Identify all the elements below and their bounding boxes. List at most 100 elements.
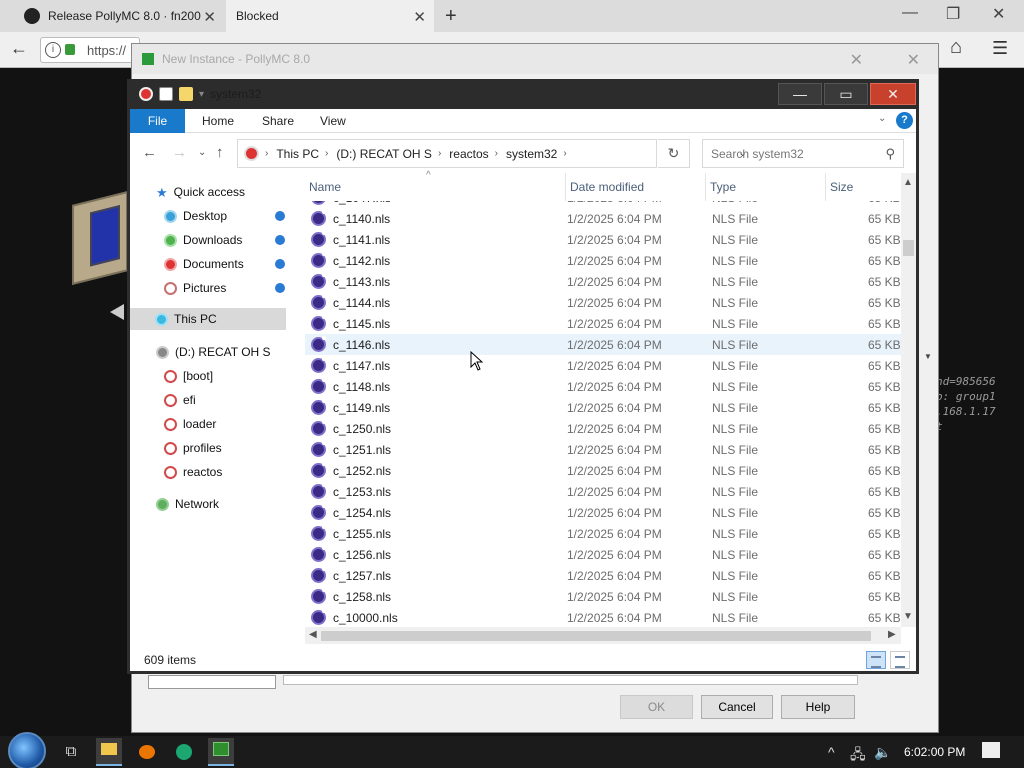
address-bar[interactable]: › This PC › (D:) RECAT OH S › reactos › …	[237, 139, 747, 168]
nav-drive-d[interactable]: (D:) RECAT OH S	[156, 341, 271, 363]
large-icons-view-icon[interactable]	[890, 651, 910, 669]
table-row[interactable]: c_1147.nls 1/2/2025 6:04 PM NLS File 65 KB	[305, 355, 901, 376]
start-button[interactable]	[8, 732, 46, 768]
outer-close-icon[interactable]: ✕	[907, 50, 920, 70]
table-row[interactable]: c_1253.nls 1/2/2025 6:04 PM NLS File 65 KB	[305, 481, 901, 502]
table-row[interactable]: c_1144.nls 1/2/2025 6:04 PM NLS File 65 KB	[305, 292, 901, 313]
show-hidden-icons-icon[interactable]: ^	[828, 744, 835, 760]
table-row[interactable]: c_1258.nls 1/2/2025 6:04 PM NLS File 65 KB	[305, 586, 901, 607]
ok-button[interactable]: OK	[620, 695, 693, 719]
breadcrumb-system32[interactable]: system32	[506, 147, 557, 161]
nav-downloads[interactable]: Downloads	[164, 229, 242, 251]
dialog-field[interactable]	[148, 675, 276, 689]
vertical-scrollbar[interactable]: ▲ ▼	[901, 173, 916, 627]
nav-boot[interactable]: [boot]	[164, 365, 213, 387]
table-row[interactable]: c_1047.nls1/2/2025 6:04 PM NLS File 65 KB	[305, 201, 901, 208]
pin-icon[interactable]	[275, 211, 285, 221]
maximize-button[interactable]: ▭	[824, 83, 868, 105]
nav-efi[interactable]: efi	[164, 389, 196, 411]
tab-home[interactable]: Home	[202, 109, 234, 133]
h-scroll-thumb[interactable]	[321, 631, 871, 641]
taskbar-edge[interactable]	[171, 741, 197, 763]
table-row[interactable]: c_1148.nls 1/2/2025 6:04 PM NLS File 65 KB	[305, 376, 901, 397]
volume-icon[interactable]: 🔈	[874, 744, 891, 761]
table-row[interactable]: c_1149.nls 1/2/2025 6:04 PM NLS File 65 KB	[305, 397, 901, 418]
details-view-icon[interactable]	[866, 651, 886, 669]
pin-icon[interactable]	[275, 259, 285, 269]
close-window-icon[interactable]: ✕	[992, 4, 1005, 24]
close-tab-icon[interactable]: ✕	[413, 8, 426, 26]
browser-tab-blocked[interactable]: Blocked ✕	[226, 0, 434, 32]
table-row[interactable]: c_1143.nls 1/2/2025 6:04 PM NLS File 65 KB	[305, 271, 901, 292]
nav-reactos[interactable]: reactos	[164, 461, 222, 483]
breadcrumb-drive[interactable]: (D:) RECAT OH S	[336, 147, 432, 161]
table-row[interactable]: c_1145.nls 1/2/2025 6:04 PM NLS File 65 KB	[305, 313, 901, 334]
table-row[interactable]: c_1141.nls 1/2/2025 6:04 PM NLS File 65 KB	[305, 229, 901, 250]
tab-view[interactable]: View	[320, 109, 346, 133]
hamburger-menu-icon[interactable]: ☰	[992, 38, 1008, 59]
network-tray-icon[interactable]: 🖧	[850, 744, 866, 768]
taskbar-blender[interactable]	[134, 741, 160, 763]
properties-icon[interactable]	[159, 87, 173, 101]
forward-icon[interactable]: →	[172, 144, 187, 161]
close-tab-icon[interactable]: ✕	[203, 8, 216, 26]
clock[interactable]: 6:02:00 PM	[904, 745, 965, 759]
dialog-scroll-down-icon[interactable]: ▼	[924, 352, 932, 361]
column-header-size[interactable]: Size	[825, 173, 900, 201]
pin-icon[interactable]	[275, 235, 285, 245]
new-tab-icon[interactable]: +	[445, 5, 457, 28]
help-button[interactable]: Help	[781, 695, 855, 719]
table-row[interactable]: c_1252.nls 1/2/2025 6:04 PM NLS File 65 KB	[305, 460, 901, 481]
taskbar-explorer[interactable]	[96, 738, 122, 766]
table-row[interactable]: c_1257.nls 1/2/2025 6:04 PM NLS File 65 KB	[305, 565, 901, 586]
dialog-field-line[interactable]	[283, 675, 858, 685]
browser-tab-release[interactable]: Release PollyMC 8.0 · fn200 ✕	[14, 0, 224, 32]
scroll-up-icon[interactable]: ▲	[903, 177, 913, 188]
back-icon[interactable]: ←	[142, 144, 157, 161]
refresh-button[interactable]: ↻	[658, 139, 690, 168]
help-icon[interactable]: ?	[896, 112, 913, 129]
breadcrumb-this-pc[interactable]: This PC	[276, 147, 319, 161]
scroll-down-icon[interactable]: ▼	[903, 611, 913, 622]
table-row[interactable]: c_1251.nls 1/2/2025 6:04 PM NLS File 65 KB	[305, 439, 901, 460]
taskbar-pollymc[interactable]	[208, 738, 234, 766]
nav-profiles[interactable]: profiles	[164, 437, 222, 459]
column-header-date[interactable]: Date modified	[565, 173, 705, 201]
nav-pictures[interactable]: Pictures	[164, 277, 226, 299]
table-row[interactable]: c_1254.nls 1/2/2025 6:04 PM NLS File 65 KB	[305, 502, 901, 523]
tab-share[interactable]: Share	[262, 109, 294, 133]
close-button[interactable]: ✕	[870, 83, 916, 105]
nav-desktop[interactable]: Desktop	[164, 205, 227, 227]
nav-documents[interactable]: Documents	[164, 253, 244, 275]
home-icon[interactable]: ⌂	[950, 36, 962, 59]
notifications-icon[interactable]	[982, 742, 1000, 758]
nav-this-pc[interactable]: This PC	[130, 308, 286, 330]
cancel-button[interactable]: Cancel	[701, 695, 773, 719]
customize-toolbar-icon[interactable]: ▾	[199, 89, 204, 100]
table-row[interactable]: c_1256.nls 1/2/2025 6:04 PM NLS File 65 KB	[305, 544, 901, 565]
minimize-button[interactable]: —	[778, 83, 822, 105]
table-row[interactable]: c_10000.nls 1/2/2025 6:04 PM NLS File 65 KB	[305, 607, 901, 627]
nav-quick-access[interactable]: ★ Quick access	[156, 181, 245, 203]
tab-file[interactable]: File	[130, 109, 185, 133]
table-row[interactable]: c_1250.nls 1/2/2025 6:04 PM NLS File 65 KB	[305, 418, 901, 439]
expand-ribbon-icon[interactable]: ⌄	[878, 113, 886, 124]
back-arrow-icon[interactable]: ←	[10, 38, 28, 59]
table-row[interactable]: c_1146.nls 1/2/2025 6:04 PM NLS File 65 KB	[305, 334, 901, 355]
column-header-name[interactable]: ^ Name	[305, 170, 563, 201]
table-row[interactable]: c_1142.nls 1/2/2025 6:04 PM NLS File 65 KB	[305, 250, 901, 271]
new-folder-icon[interactable]	[179, 87, 193, 101]
table-row[interactable]: c_1140.nls 1/2/2025 6:04 PM NLS File 65 KB	[305, 208, 901, 229]
scroll-thumb[interactable]	[903, 240, 914, 256]
dialog-close-icon[interactable]: ✕	[850, 50, 863, 70]
up-icon[interactable]: ↑	[216, 144, 224, 161]
search-input[interactable]: Search system32 ⚲	[702, 139, 904, 168]
scroll-left-icon[interactable]: ◀	[309, 629, 317, 640]
task-view-icon[interactable]: ⧉	[58, 741, 84, 763]
recent-locations-icon[interactable]: ⌄	[198, 147, 206, 158]
url-bar[interactable]: i https://	[40, 37, 140, 63]
column-header-type[interactable]: Type	[705, 173, 825, 201]
minimize-icon[interactable]: —	[902, 4, 918, 22]
table-row[interactable]: c_1255.nls 1/2/2025 6:04 PM NLS File 65 KB	[305, 523, 901, 544]
restore-icon[interactable]: ❐	[946, 4, 960, 24]
